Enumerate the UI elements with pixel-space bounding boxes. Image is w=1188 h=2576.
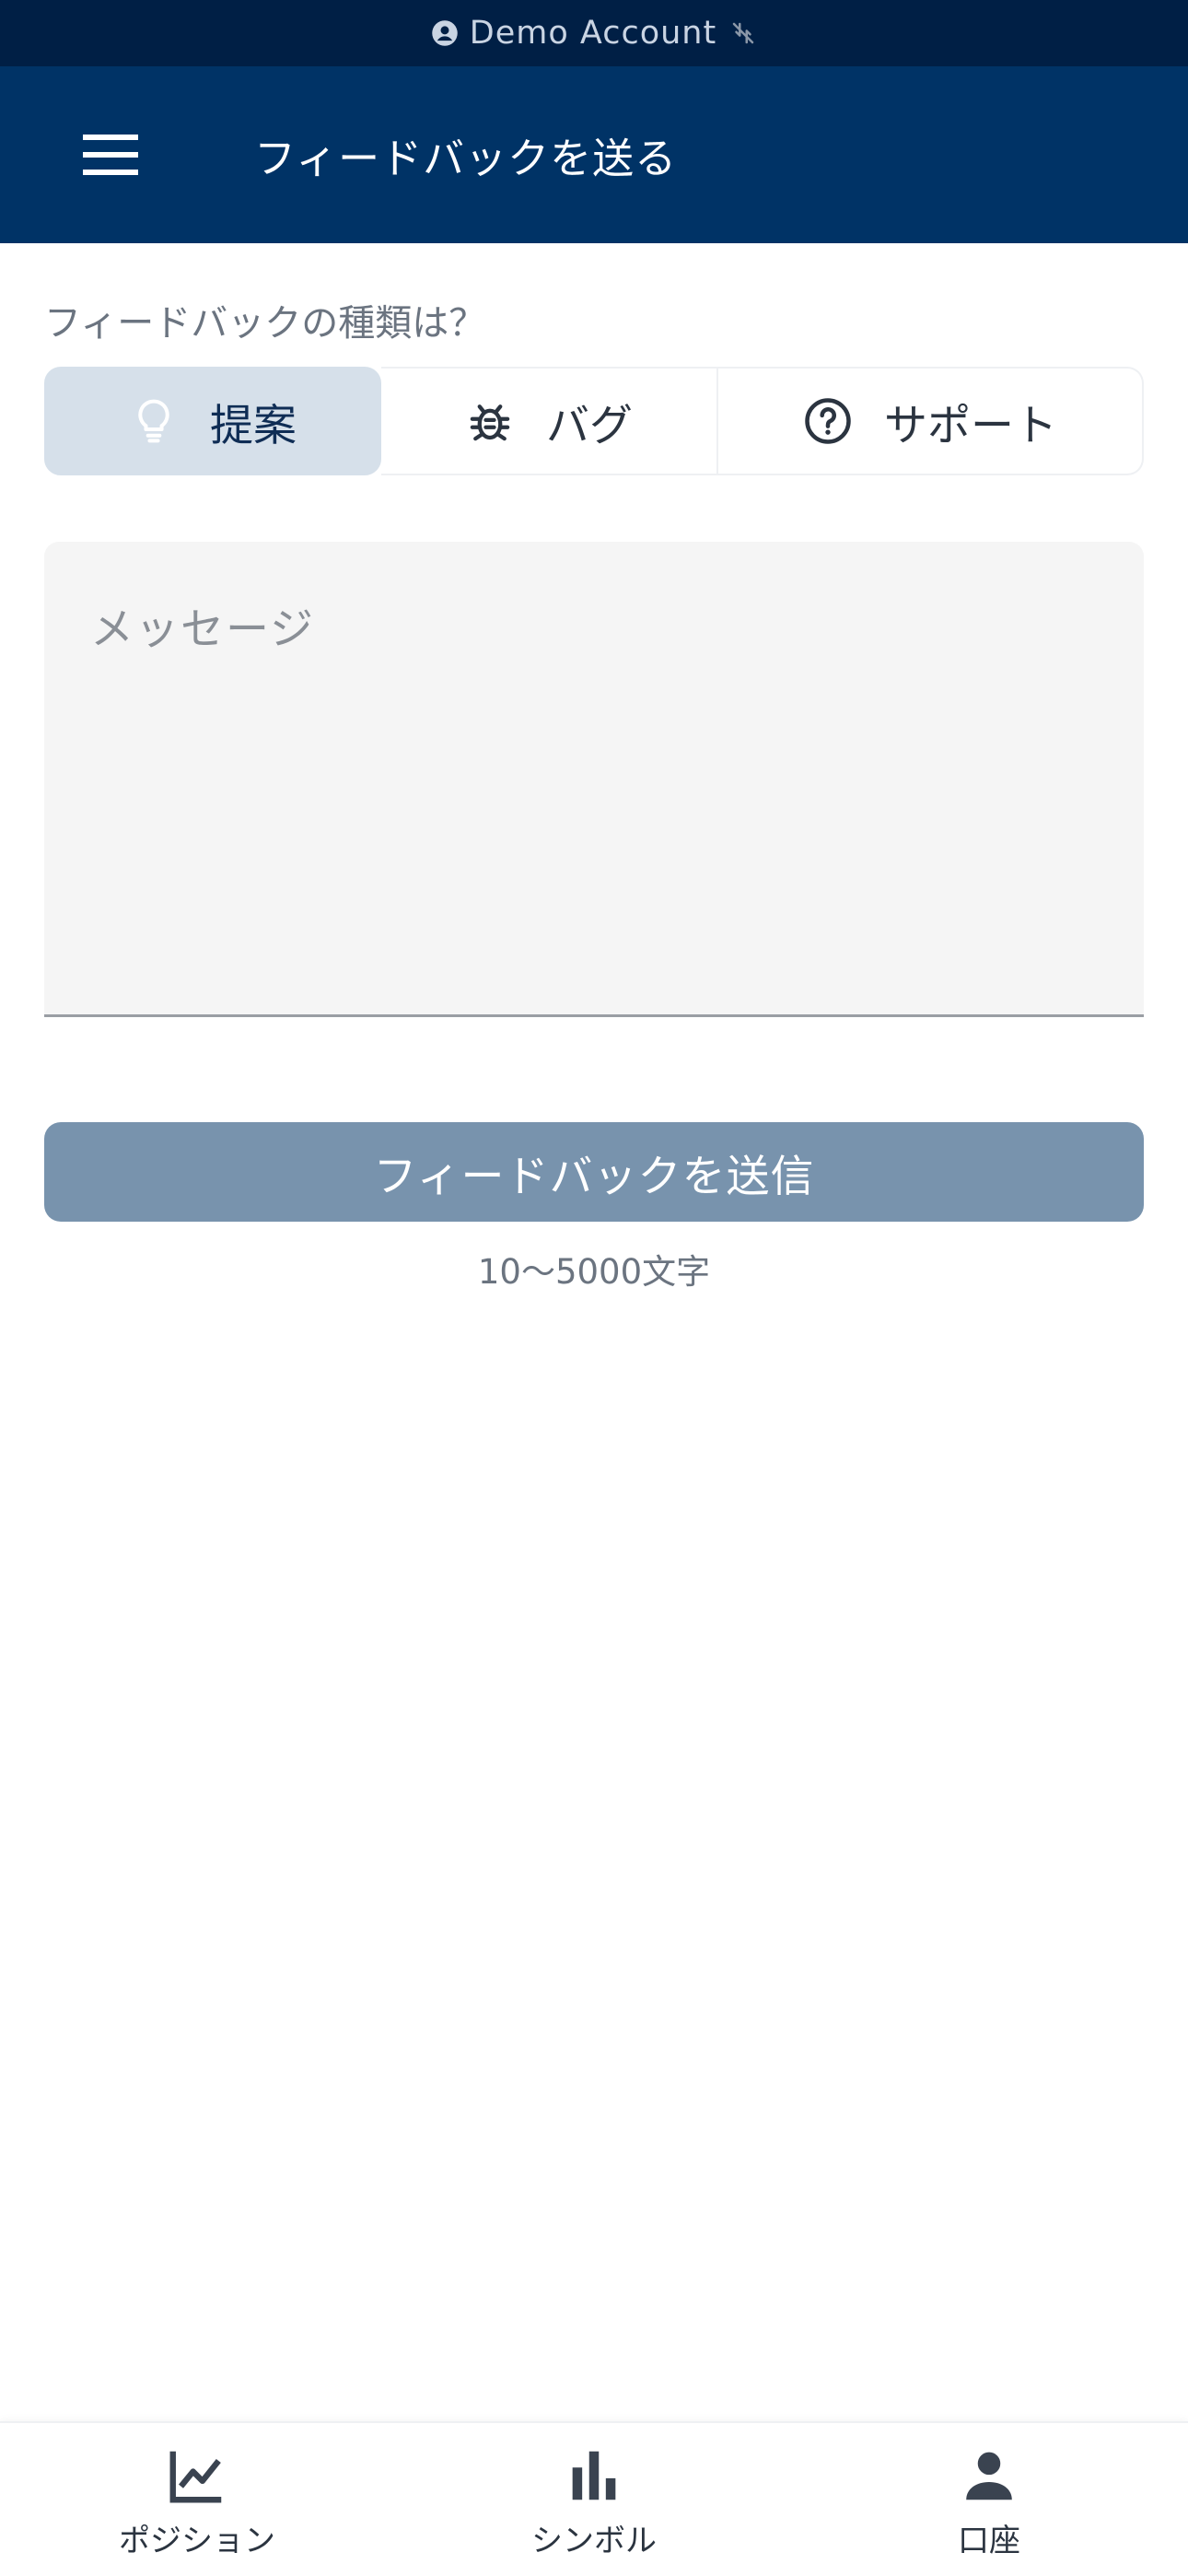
message-placeholder: メッセージ	[90, 604, 316, 655]
lightbulb-icon	[138, 399, 169, 443]
feedback-type-label: バグ	[546, 400, 633, 451]
menu-button[interactable]	[66, 111, 155, 199]
feedback-type-question: フィードバックの種類は？	[44, 302, 486, 345]
nav-item-label: 口座	[958, 2523, 1020, 2559]
line-chart-icon	[169, 2451, 222, 2503]
feedback-type-label: サポート	[884, 400, 1057, 451]
account-circle-icon	[432, 20, 458, 46]
bar-chart-icon	[572, 2451, 616, 2500]
no-connection-icon	[732, 22, 754, 44]
feedback-screen: Demo Account フィードバックを送る フィードバックの種類は？ 提案	[0, 0, 1188, 2576]
nav-item-label: シンボル	[531, 2523, 657, 2559]
feedback-type-label: 提案	[210, 400, 297, 451]
feedback-type-support[interactable]: サポート	[718, 367, 1144, 475]
message-input[interactable]: メッセージ	[44, 542, 1144, 1017]
nav-item-label: ポジション	[119, 2523, 275, 2559]
help-circle-icon	[805, 398, 851, 444]
nav-item-symbols[interactable]: シンボル	[456, 2423, 732, 2576]
character-limit-hint: 10〜5000文字	[477, 1252, 711, 1292]
demo-account-bar: Demo Account	[0, 0, 1188, 66]
bottom-navigation: ポジション シンボル 口座	[0, 2421, 1188, 2576]
nav-item-positions[interactable]: ポジション	[59, 2423, 335, 2576]
page-title: フィードバックを送る	[254, 134, 678, 183]
nav-item-account[interactable]: 口座	[851, 2423, 1127, 2576]
app-bar: フィードバックを送る	[0, 66, 1188, 243]
submit-feedback-button[interactable]: フィードバックを送信	[44, 1122, 1144, 1222]
demo-account-label: Demo Account	[469, 15, 717, 52]
feedback-type-suggestion[interactable]: 提案	[44, 367, 381, 475]
person-icon	[966, 2452, 1012, 2500]
bug-icon	[470, 404, 510, 441]
feedback-type-bug[interactable]: バグ	[381, 367, 718, 475]
hamburger-menu-icon	[83, 135, 138, 175]
feedback-type-selector: 提案 バグ サポート	[44, 367, 1144, 475]
